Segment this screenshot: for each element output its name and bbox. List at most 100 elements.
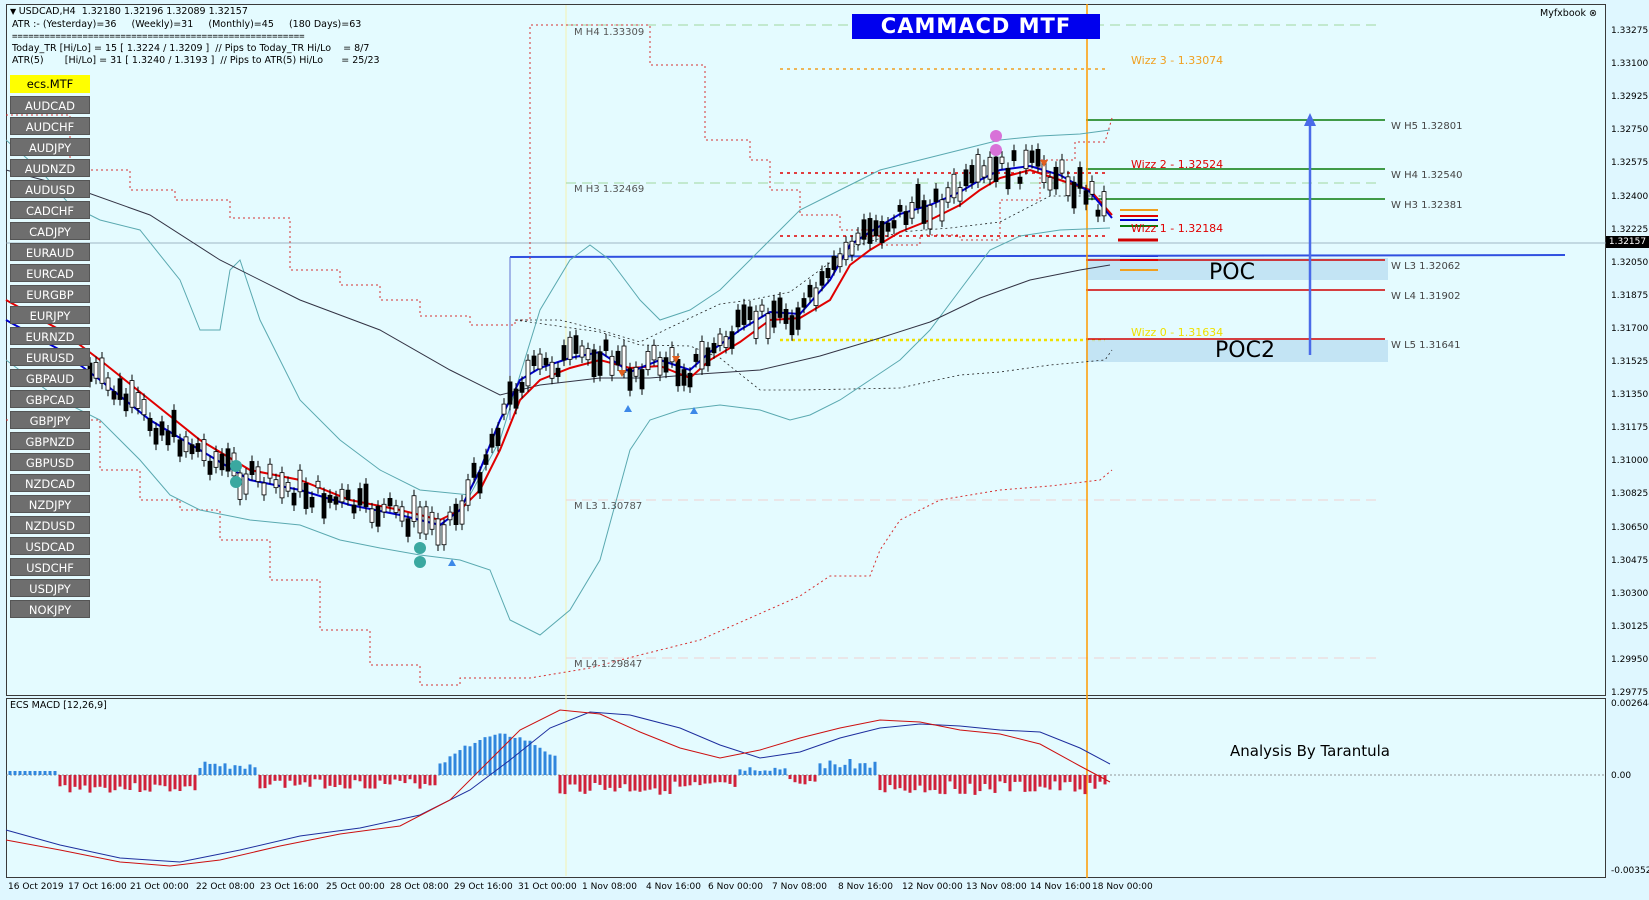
macd-histogram-bar (78, 775, 82, 790)
macd-histogram-bar (703, 775, 707, 784)
candle-body (573, 335, 579, 354)
signal-dot (990, 144, 1002, 156)
candle-body (723, 336, 729, 348)
candle-body (243, 473, 249, 495)
price-tick: 1.31700 (1611, 323, 1649, 334)
macd-histogram-bar (178, 775, 182, 792)
macd-histogram-bar (278, 775, 282, 781)
macd-histogram-bar (373, 775, 377, 789)
symbol-button-audjpy[interactable]: AUDJPY (10, 138, 90, 156)
macd-histogram-bar (173, 775, 177, 790)
macd-histogram-bar (598, 775, 602, 785)
symbol-button-gbpjpy[interactable]: GBPJPY (10, 411, 90, 429)
macd-histogram-bar (728, 775, 732, 784)
macd-histogram-bar (468, 746, 472, 775)
macd-histogram-bar (188, 775, 192, 787)
macd-histogram-bar (33, 771, 37, 775)
candle-body (681, 369, 687, 386)
candle-body (675, 359, 681, 387)
symbol-button-audnzd[interactable]: AUDNZD (10, 159, 90, 177)
price-tick: 1.32575 (1611, 158, 1649, 169)
symbol-button-eurgbp[interactable]: EURGBP (10, 285, 90, 303)
macd-histogram-bar (1003, 775, 1007, 784)
macd-histogram-bar (1083, 775, 1087, 795)
macd-histogram-bar (348, 775, 352, 789)
candle-body (1089, 181, 1095, 195)
today-tr-info: Today_TR [Hi/Lo] = 15 [ 1.3224 / 1.3209 … (12, 43, 370, 54)
symbol-button-audusd[interactable]: AUDUSD (10, 180, 90, 198)
candle-body (123, 393, 129, 412)
myfxbook-label[interactable]: Myfxbook ⊗ (1540, 8, 1597, 19)
candle-body (531, 355, 537, 367)
symbol-button-nzdcad[interactable]: NZDCAD (10, 474, 90, 492)
macd-histogram-bar (853, 768, 857, 775)
macd-histogram-bar (313, 775, 317, 780)
candle-body (963, 169, 969, 187)
price-tick: 1.31175 (1611, 423, 1649, 434)
symbol-button-gbpnzd[interactable]: GBPNZD (10, 432, 90, 450)
symbol-button-nzdjpy[interactable]: NZDJPY (10, 495, 90, 513)
macd-histogram-bar (413, 775, 417, 784)
symbol-button-eurnzd[interactable]: EURNZD (10, 327, 90, 345)
symbol-button-gbpaud[interactable]: GBPAUD (10, 369, 90, 387)
symbol-button-audcad[interactable]: AUDCAD (10, 96, 90, 114)
macd-histogram-bar (943, 775, 947, 795)
symbol-button-euraud[interactable]: EURAUD (10, 243, 90, 261)
macd-histogram-bar (1058, 775, 1062, 791)
symbol-button-usdcad[interactable]: USDCAD (10, 537, 90, 555)
candle-body (561, 345, 567, 361)
macd-histogram-bar (833, 764, 837, 775)
time-label: 29 Oct 16:00 (454, 882, 513, 892)
symbol-button-nzdusd[interactable]: NZDUSD (10, 516, 90, 534)
candle-body (411, 495, 417, 522)
symbol-info: ▼ USDCAD,H4 1.32180 1.32196 1.32089 1.32… (10, 6, 248, 17)
symbol-button-gbpcad[interactable]: GBPCAD (10, 390, 90, 408)
symbol-button-active[interactable]: ecs.MTF (10, 75, 90, 93)
candle-body (315, 480, 321, 489)
candle-body (1011, 150, 1017, 162)
symbol-button-nokjpy[interactable]: NOKJPY (10, 600, 90, 618)
macd-histogram-bar (718, 775, 722, 783)
macd-histogram-bar (393, 775, 397, 780)
macd-histogram-bar (898, 775, 902, 789)
macd-histogram-bar (378, 775, 382, 781)
macd-title: ECS MACD [12,26,9] (10, 700, 107, 711)
macd-histogram-bar (233, 765, 237, 775)
macd-histogram-bar (1073, 775, 1077, 792)
macd-histogram-bar (1018, 775, 1022, 782)
analysis-credit: Analysis By Tarantula (1230, 742, 1390, 760)
candle-body (597, 351, 603, 376)
symbol-button-usdchf[interactable]: USDCHF (10, 558, 90, 576)
macd-histogram-bar (538, 747, 542, 775)
macd-histogram-bar (108, 775, 112, 793)
candle-body (267, 463, 273, 479)
macd-histogram-bar (93, 775, 97, 788)
symbol-button-usdjpy[interactable]: USDJPY (10, 579, 90, 597)
time-label: 14 Nov 16:00 (1030, 882, 1091, 892)
symbol-button-eurjpy[interactable]: EURJPY (10, 306, 90, 324)
time-label: 8 Nov 16:00 (838, 882, 893, 892)
candle-body (933, 188, 939, 203)
weekly-l3-label: W L3 1.32062 (1391, 261, 1461, 272)
symbol-button-cadchf[interactable]: CADCHF (10, 201, 90, 219)
symbol-button-audchf[interactable]: AUDCHF (10, 117, 90, 135)
symbol-button-eurcad[interactable]: EURCAD (10, 264, 90, 282)
candle-body (687, 372, 693, 388)
candle-body (465, 479, 471, 506)
candle-body (375, 505, 381, 527)
bollinger-upper (5, 129, 1111, 496)
symbol-button-gbpusd[interactable]: GBPUSD (10, 453, 90, 471)
macd-histogram-bar (213, 763, 217, 775)
candle-body (663, 357, 669, 373)
macd-histogram-bar (688, 775, 692, 786)
candle-body (885, 222, 891, 232)
macd-histogram-bar (1028, 775, 1032, 792)
candle-body (981, 165, 987, 178)
macd-histogram-bar (118, 775, 122, 787)
candle-body (423, 506, 429, 535)
macd-histogram-bar (263, 775, 267, 789)
symbol-button-cadjpy[interactable]: CADJPY (10, 222, 90, 240)
symbol-button-eurusd[interactable]: EURUSD (10, 348, 90, 366)
macd-histogram-bar (283, 775, 287, 788)
candle-body (969, 165, 975, 184)
